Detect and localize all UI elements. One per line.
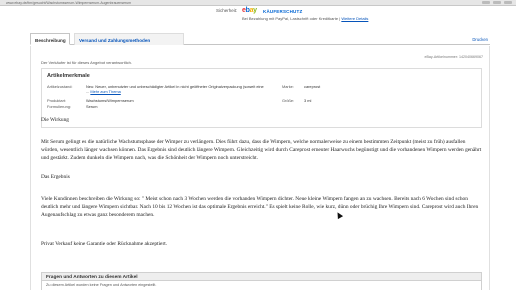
brand-value: careprost (304, 84, 321, 89)
condition-value: Neu: Neuer, unbenutzter und unbeschädigt… (86, 84, 264, 94)
paragraph-privat-verkauf: Privat Verkauf keine Garantie oder Rückn… (41, 241, 168, 247)
size-label: Größe: (282, 98, 295, 103)
questions-title: Fragen und Antworten zu diesem Artikel (42, 273, 481, 281)
item-specifics-title: Artikelmerkmale (47, 73, 90, 79)
description-panel: Der Verkäufer ist für dieses Angebot ver… (30, 46, 490, 290)
weitere-details-link[interactable]: Weitere Details (341, 16, 368, 21)
ebay-logo: ebay (242, 7, 257, 14)
heading-wirkung: Die Wirkung (41, 117, 69, 123)
paypal-info: Bei Bezahlung mit PayPal, Lastschrift od… (242, 16, 369, 21)
tab-versand[interactable]: Versand und Zahlungsmethoden (74, 33, 184, 45)
questions-box: Fragen und Antworten zu diesem Artikel Z… (41, 272, 482, 290)
product-type-value: Wachstums/Wimpernserum (86, 98, 134, 103)
url-bar[interactable]: www.ebay.de/itm/gesucht/Wachstumsserum-W… (6, 1, 131, 5)
heading-ergebnis: Das Ergebnis (41, 174, 70, 180)
item-specifics: Artikelmerkmale Artikelzustand: Neu: Neu… (41, 68, 482, 128)
formulation-label: Formulierung: (47, 104, 72, 109)
paragraph-wirkung: Mit Serum gelingt es die natürliche Wach… (41, 139, 482, 161)
secure-label: Sicherheit: (216, 8, 238, 13)
tab-bar: Beschreibung Versand und Zahlungsmethode… (30, 33, 490, 45)
article-number: eBay-Artikelnummer: 142040669067 (424, 55, 483, 59)
mehr-zum-thema-link[interactable]: Mehr zum Thema (90, 89, 120, 94)
size-value: 3 ml (304, 98, 312, 103)
print-link[interactable]: Drucken (472, 37, 488, 42)
product-type-label: Produktart: (47, 98, 67, 103)
minimize-icon[interactable] (482, 1, 490, 4)
questions-empty-text: Zu diesem Artikel wurden keine Fragen un… (46, 283, 157, 287)
seller-responsible-note: Der Verkäufer ist für dieses Angebot ver… (41, 60, 132, 65)
brand-label: Marke: (282, 84, 294, 89)
window-controls (482, 1, 512, 4)
maximize-icon[interactable] (493, 1, 501, 4)
paragraph-ergebnis: Viele Kundinnen beschreiben die Wirkung … (41, 196, 479, 218)
kaeuferschutz-label: KÄUFERSCHUTZ (263, 8, 303, 14)
seller-strip: Sicherheit: ebay KÄUFERSCHUTZ Bei Bezahl… (0, 6, 516, 22)
tab-beschreibung[interactable]: Beschreibung (30, 33, 70, 45)
close-icon[interactable] (504, 1, 512, 4)
formulation-value: Serum (86, 104, 98, 109)
condition-label: Artikelzustand: (47, 84, 73, 89)
